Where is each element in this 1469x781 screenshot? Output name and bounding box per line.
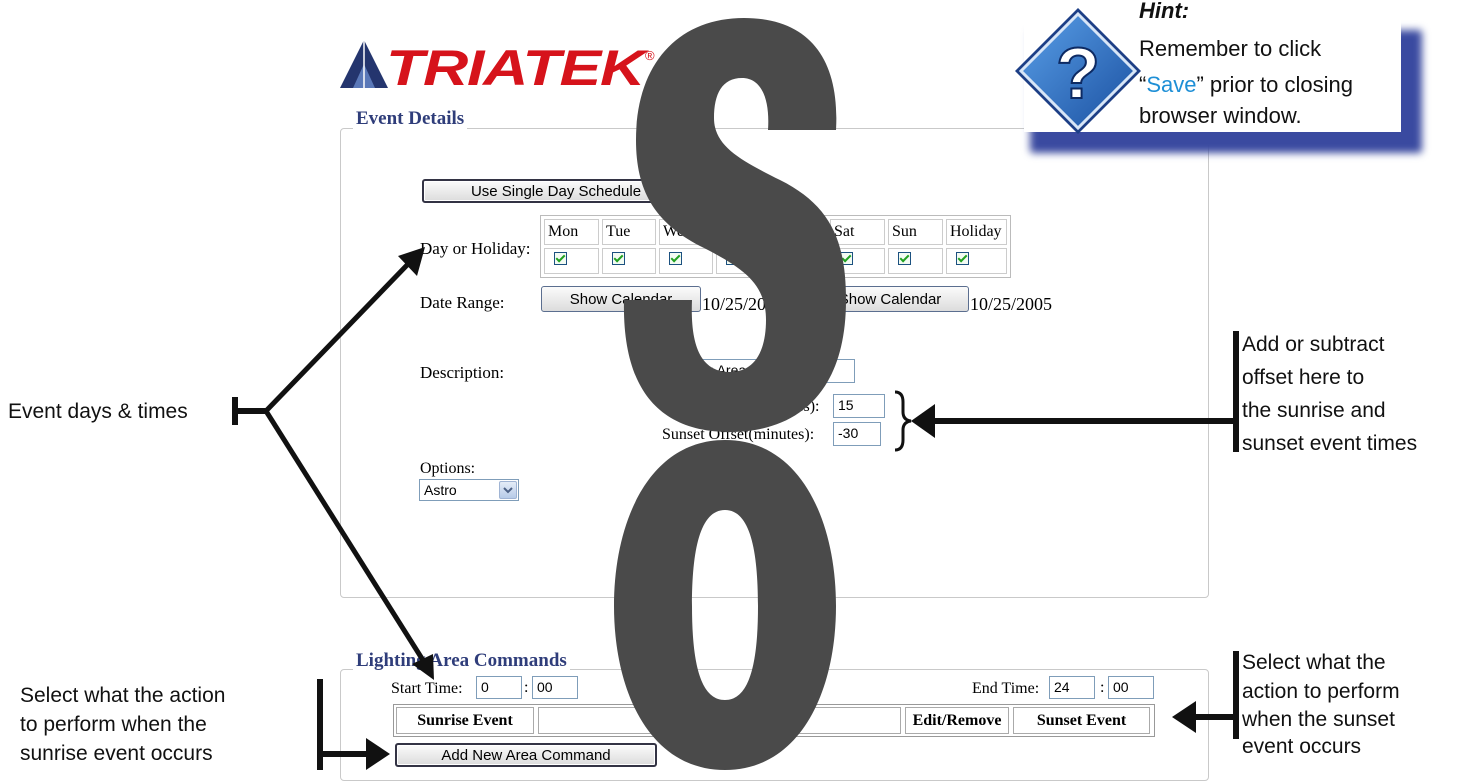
days-table: Mon Tue Wed Thur Fri Sat Sun Holiday (540, 215, 1011, 278)
sunset-offset-label: Sunset Offset(minutes): (662, 426, 815, 443)
options-selected-value: Astro (424, 482, 457, 498)
offset-annotation-bar (1233, 331, 1239, 452)
end-time-label: End Time: (972, 680, 1040, 697)
end-time-colon: : (1100, 679, 1105, 696)
col-sunset-event: Sunset Event (1013, 707, 1150, 734)
annotation-event-days: Event days & times (8, 400, 188, 423)
tue-checkbox[interactable] (612, 252, 625, 265)
options-select[interactable]: Astro (419, 479, 519, 501)
event-details-legend: Event Details (353, 108, 468, 130)
chevron-down-icon[interactable] (499, 481, 517, 499)
add-new-area-command-button[interactable]: Add New Area Command (395, 743, 657, 767)
sunrise-offset-label: Sunrise Offset(minutes): (662, 398, 820, 415)
question-diamond-icon: ? (1015, 8, 1141, 134)
annotation-offset-line-2: offset here to (1242, 366, 1365, 389)
day-header-sun: Sun (888, 219, 943, 245)
end-date-text: 10/25/2005 (970, 294, 1053, 314)
annotation-sunset-line-2: action to perform (1242, 680, 1400, 703)
triatek-logo: TRIATEK ® (340, 40, 655, 90)
annotation-sunset-line-4: event occurs (1242, 735, 1362, 758)
hint-title: Hint: (1139, 0, 1190, 23)
annotation-sunset-line-1: Select what the (1242, 651, 1386, 674)
use-single-day-schedule-button[interactable]: Use Single Day Schedule (422, 179, 690, 203)
hint-line-2-rest: ” prior to closing (1196, 72, 1353, 97)
sat-checkbox[interactable] (840, 252, 853, 265)
logo-text: TRIATEK (386, 40, 650, 90)
show-calendar-start-button[interactable]: Show Calendar (541, 286, 701, 312)
day-header-fri: Fri (772, 219, 827, 245)
col-edit-remove: Edit/Remove (905, 707, 1009, 734)
holiday-checkbox[interactable] (956, 252, 969, 265)
options-label: Options: (420, 460, 476, 477)
annotation-offset-line-4: sunset event times (1242, 432, 1418, 455)
sunset-offset-input[interactable]: -30 (833, 422, 881, 446)
description-input[interactable]: Parking Area 1 (661, 359, 855, 383)
day-header-tue: Tue (602, 219, 656, 245)
logo-registered-mark: ® (645, 48, 655, 63)
start-minute-input[interactable]: 00 (532, 676, 578, 699)
day-or-holiday-label: Day or Holiday: (420, 239, 531, 258)
show-calendar-end-button[interactable]: Show Calendar (811, 286, 969, 312)
col-sunrise-event: Sunrise Event (396, 707, 534, 734)
sun-checkbox[interactable] (898, 252, 911, 265)
col-area-name: Area Name (538, 707, 901, 734)
annotation-offset-line-1: Add or subtract (1242, 333, 1385, 356)
mon-checkbox[interactable] (554, 252, 567, 265)
end-hour-input[interactable]: 24 (1049, 676, 1095, 699)
start-hour-input[interactable]: 0 (476, 676, 522, 699)
annotation-sunrise-line-2: to perform when the (20, 713, 207, 736)
sunset-annotation-bar (1233, 651, 1239, 739)
hint-line-1: Remember to click (1139, 36, 1322, 61)
day-header-sat: Sat (830, 219, 885, 245)
sunrise-annotation-bar (317, 679, 323, 770)
sunrise-offset-input[interactable]: 15 (833, 394, 885, 418)
thur-checkbox[interactable] (726, 252, 739, 265)
start-time-label: Start Time: (391, 680, 463, 697)
annotation-sunrise-line-1: Select what the action (20, 684, 226, 707)
lighting-area-commands-legend: Lighting Area Commands (353, 650, 570, 672)
annotation-offset-line-3: the sunrise and (1242, 399, 1386, 422)
hint-line-3: browser window. (1139, 103, 1302, 128)
start-time-colon: : (524, 679, 529, 696)
wed-checkbox[interactable] (669, 252, 682, 265)
annotation-sunset-line-3: when the sunset (1242, 708, 1395, 731)
day-header-wed: Wed (659, 219, 713, 245)
svg-text:?: ? (1056, 34, 1100, 114)
area-commands-table-header: Sunrise Event Area Name Edit/Remove Suns… (393, 704, 1155, 737)
annotation-sunrise-line-3: sunrise event occurs (20, 742, 213, 765)
date-range-label: Date Range: (420, 293, 505, 312)
event-days-bracket (232, 397, 238, 425)
hint-line-2: “Save” prior to closing (1139, 72, 1353, 97)
fri-checkbox[interactable] (782, 252, 795, 265)
start-date-text: 10/25/2004 to (702, 294, 803, 314)
day-header-holiday: Holiday (946, 219, 1007, 245)
description-label: Description: (420, 363, 505, 382)
end-minute-input[interactable]: 00 (1108, 676, 1154, 699)
day-header-thur: Thur (716, 219, 769, 245)
day-header-mon: Mon (544, 219, 599, 245)
hint-save-link[interactable]: Save (1146, 72, 1196, 97)
